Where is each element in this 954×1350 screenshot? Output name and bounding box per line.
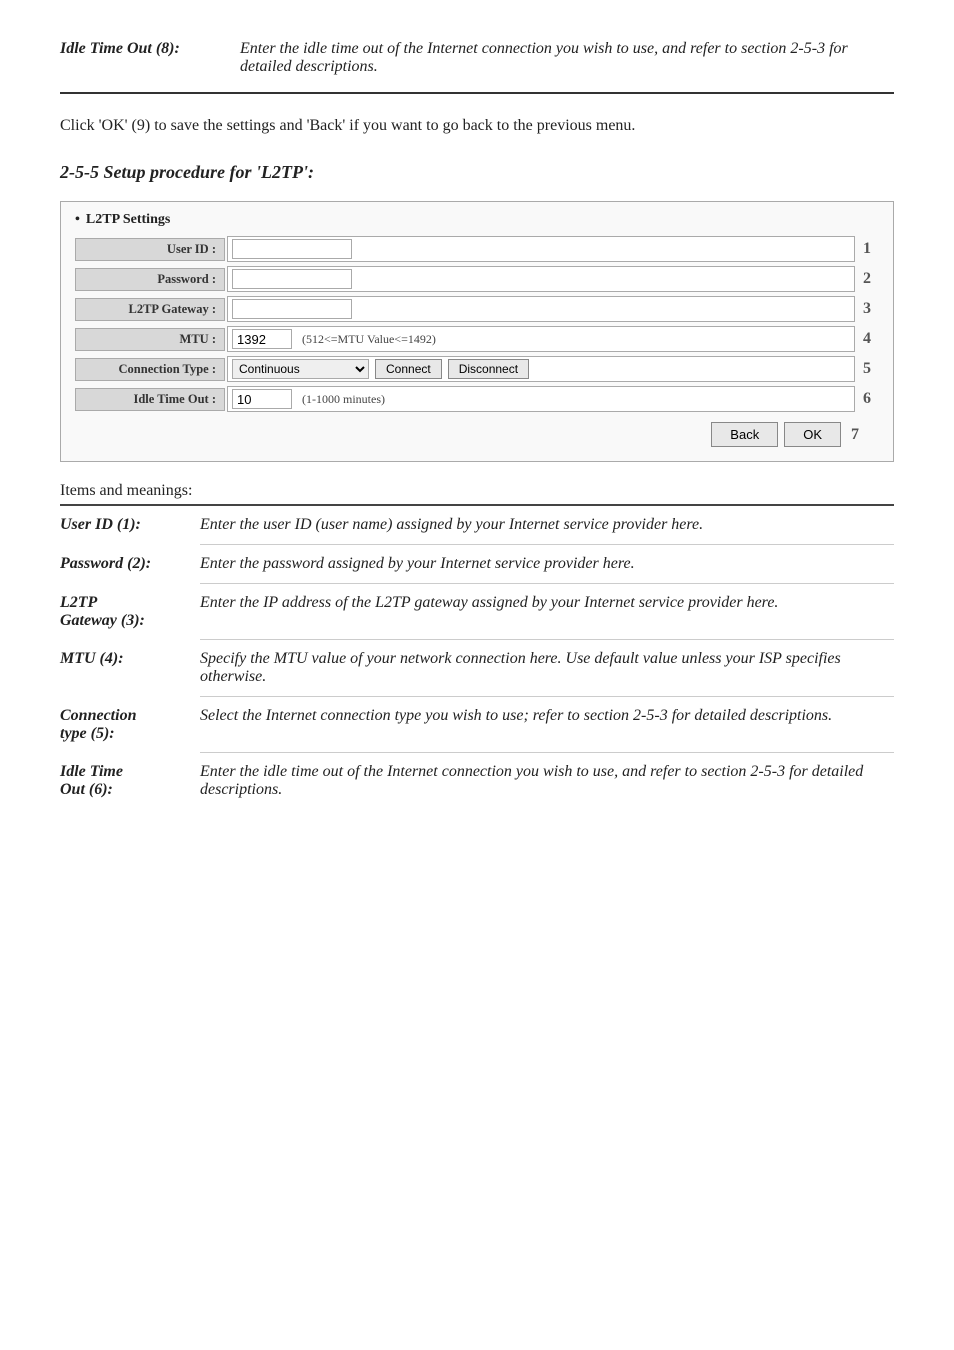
- settings-box: •L2TP Settings User ID : 1 Password : 2 …: [60, 201, 894, 462]
- item-term-0: User ID (1):: [60, 506, 200, 545]
- mtu-row: MTU : (512<=MTU Value<=1492) 4: [75, 326, 879, 352]
- item-desc-4: Select the Internet connection type you …: [200, 697, 894, 753]
- item-desc-2: Enter the IP address of the L2TP gateway…: [200, 584, 894, 640]
- item-desc-0: Enter the user ID (user name) assigned b…: [200, 506, 894, 545]
- item-row-4: Connectiontype (5):Select the Internet c…: [60, 697, 894, 753]
- row-number-4: 4: [863, 330, 879, 348]
- intro-paragraph: Click 'OK' (9) to save the settings and …: [60, 114, 894, 138]
- user-id-field-area: [227, 236, 855, 262]
- settings-footer: Back OK 7: [75, 422, 879, 447]
- item-term-5: Idle TimeOut (6):: [60, 753, 200, 810]
- row-number-3: 3: [863, 300, 879, 318]
- footer-number: 7: [851, 426, 859, 444]
- l2tp-gateway-label: L2TP Gateway :: [75, 298, 225, 321]
- item-term-3: MTU (4):: [60, 640, 200, 697]
- item-row-2: L2TPGateway (3):Enter the IP address of …: [60, 584, 894, 640]
- idle-timeout-row: Idle Time Out : (1-1000 minutes) 6: [75, 386, 879, 412]
- password-input[interactable]: [232, 269, 352, 289]
- password-row: Password : 2: [75, 266, 879, 292]
- items-table: User ID (1):Enter the user ID (user name…: [60, 506, 894, 809]
- item-desc-5: Enter the idle time out of the Internet …: [200, 753, 894, 810]
- item-desc-3: Specify the MTU value of your network co…: [200, 640, 894, 697]
- item-row-1: Password (2):Enter the password assigned…: [60, 545, 894, 584]
- idle-timeout-label: Idle Time Out (8):: [60, 40, 220, 76]
- connection-type-select[interactable]: Continuous Connect on Demand Manual: [232, 359, 369, 379]
- back-button[interactable]: Back: [711, 422, 778, 447]
- idle-timeout-field-area: (1-1000 minutes): [227, 386, 855, 412]
- password-label: Password :: [75, 268, 225, 291]
- top-section: Idle Time Out (8): Enter the idle time o…: [60, 40, 894, 94]
- user-id-row: User ID : 1: [75, 236, 879, 262]
- mtu-label: MTU :: [75, 328, 225, 351]
- idle-timeout-desc: Enter the idle time out of the Internet …: [240, 40, 894, 76]
- item-row-0: User ID (1):Enter the user ID (user name…: [60, 506, 894, 545]
- disconnect-button[interactable]: Disconnect: [448, 359, 529, 379]
- connect-button[interactable]: Connect: [375, 359, 442, 379]
- mtu-field-area: (512<=MTU Value<=1492): [227, 326, 855, 352]
- item-desc-1: Enter the password assigned by your Inte…: [200, 545, 894, 584]
- connection-type-field-area: Continuous Connect on Demand Manual Conn…: [227, 356, 855, 382]
- password-field-area: [227, 266, 855, 292]
- user-id-label: User ID :: [75, 238, 225, 261]
- l2tp-gateway-row: L2TP Gateway : 3: [75, 296, 879, 322]
- l2tp-gateway-field-area: [227, 296, 855, 322]
- item-term-4: Connectiontype (5):: [60, 697, 200, 753]
- row-number-6: 6: [863, 390, 879, 408]
- item-row-5: Idle TimeOut (6):Enter the idle time out…: [60, 753, 894, 810]
- row-number-2: 2: [863, 270, 879, 288]
- mtu-hint: (512<=MTU Value<=1492): [302, 332, 436, 347]
- mtu-input[interactable]: [232, 329, 292, 349]
- items-header: Items and meanings:: [60, 482, 894, 500]
- idle-timeout-hint: (1-1000 minutes): [302, 392, 385, 407]
- ok-button[interactable]: OK: [784, 422, 841, 447]
- user-id-input[interactable]: [232, 239, 352, 259]
- row-number-5: 5: [863, 360, 879, 378]
- connection-type-row: Connection Type : Continuous Connect on …: [75, 356, 879, 382]
- idle-timeout-input[interactable]: [232, 389, 292, 409]
- connection-type-label: Connection Type :: [75, 358, 225, 381]
- l2tp-gateway-input[interactable]: [232, 299, 352, 319]
- settings-box-title: •L2TP Settings: [75, 212, 879, 228]
- section-title: 2-5-5 Setup procedure for 'L2TP':: [60, 162, 894, 183]
- item-row-3: MTU (4):Specify the MTU value of your ne…: [60, 640, 894, 697]
- item-term-2: L2TPGateway (3):: [60, 584, 200, 640]
- idle-timeout-row-label: Idle Time Out :: [75, 388, 225, 411]
- row-number-1: 1: [863, 240, 879, 258]
- item-term-1: Password (2):: [60, 545, 200, 584]
